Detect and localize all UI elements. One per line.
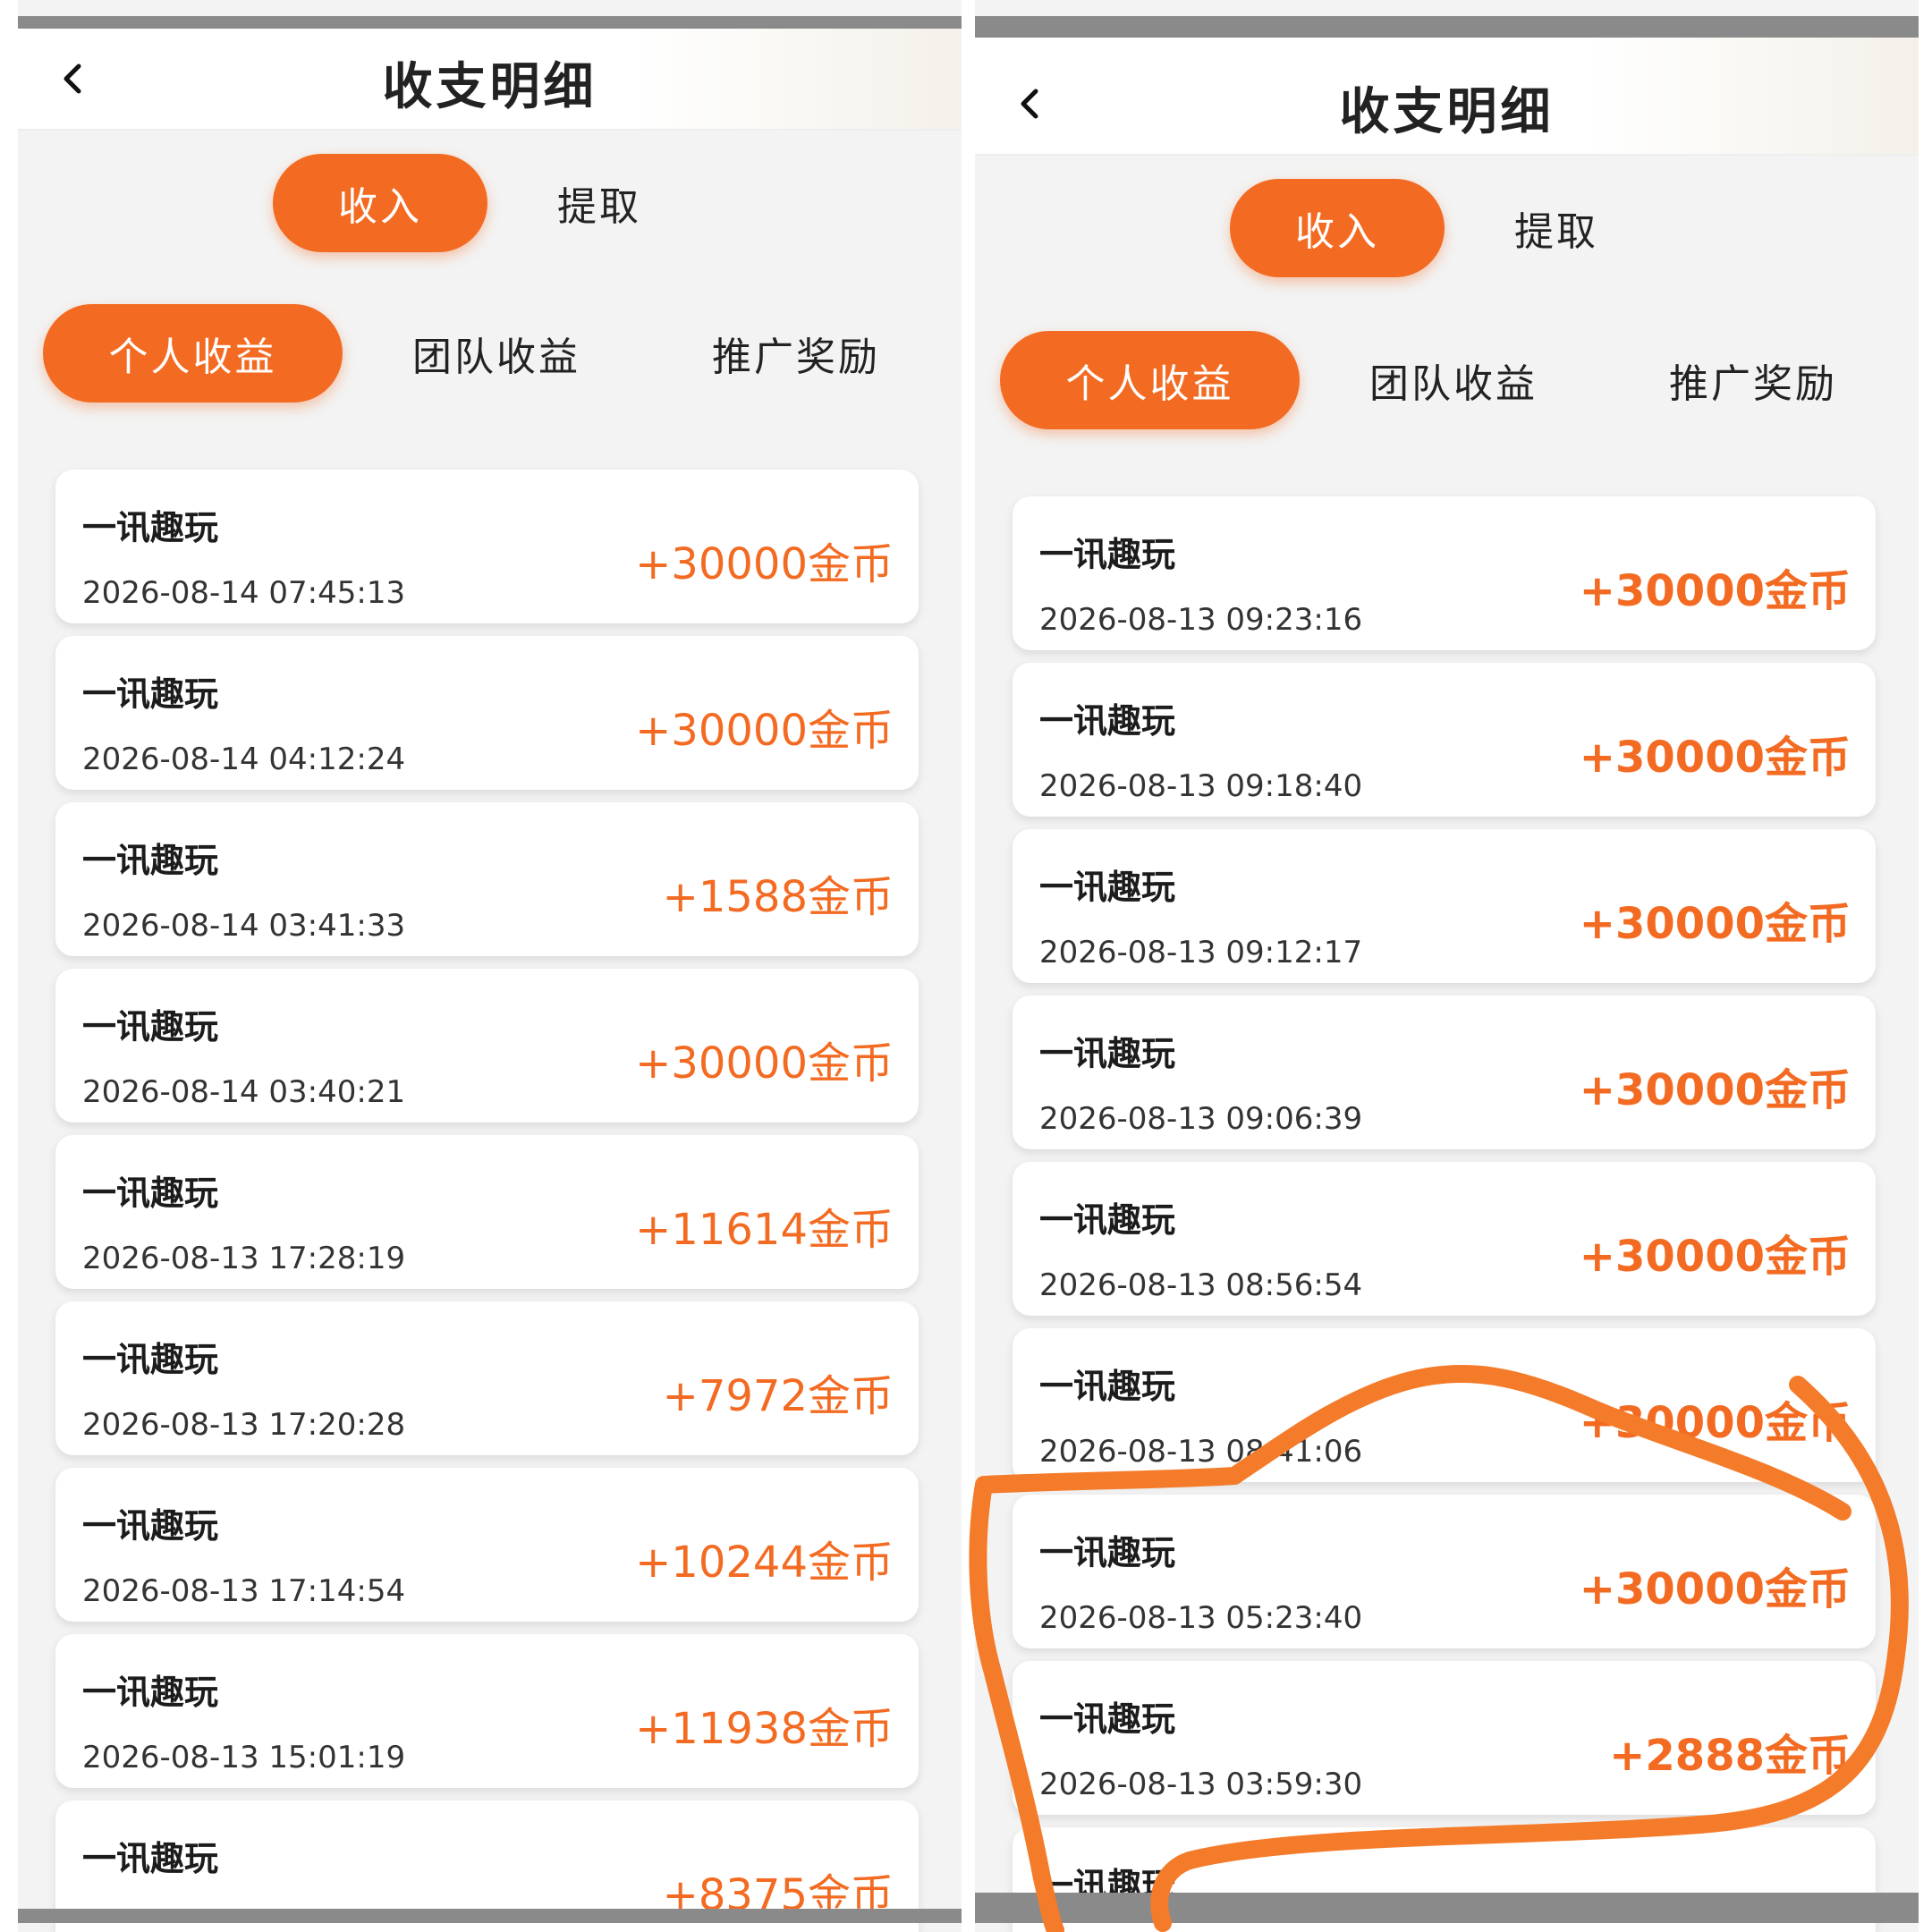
record-amount: +10244金币 [635,1538,894,1588]
record-amount: +30000金币 [1579,1065,1851,1115]
record-amount: +11614金币 [635,1205,894,1255]
record-name: 一讯趣玩 [82,841,219,880]
record-time: 2026-08-13 09:12:17 [1039,935,1363,970]
record-time: 2026-08-13 08:41:06 [1039,1434,1363,1470]
sub-tabs: 个人收益 团队收益 推广奖励 [975,331,1919,431]
list-item[interactable]: 一讯趣玩 2026-08-13 17:20:28 +7972金币 [55,1301,919,1455]
record-amount: +11938金币 [635,1704,894,1754]
record-time: 2026-08-13 09:06:39 [1039,1101,1363,1137]
record-amount: +30000金币 [1579,1232,1851,1282]
record-time: 2026-08-13 15:01:19 [82,1740,406,1775]
record-name: 一讯趣玩 [1039,701,1176,741]
record-name: 一讯趣玩 [1039,1200,1176,1240]
record-name: 一讯趣玩 [82,1174,219,1213]
sub-tabs: 个人收益 团队收益 推广奖励 [18,304,962,404]
record-name: 一讯趣玩 [82,1673,219,1712]
list-item[interactable]: 一讯趣玩 2026-08-14 03:41:33 +1588金币 [55,802,919,956]
record-amount: +30000金币 [1579,733,1851,783]
list-item[interactable]: 一讯趣玩 2026-08-13 05:23:40 +30000金币 [1013,1495,1876,1648]
tab-promotion-rewards[interactable]: 推广奖励 [1632,331,1874,429]
record-amount: +30000金币 [1579,1398,1851,1448]
record-name: 一讯趣玩 [82,1506,219,1546]
record-amount: +30000金币 [1579,1564,1851,1614]
record-amount: +30000金币 [635,1038,894,1089]
list-item[interactable]: 一讯趣玩 2026-08-14 07:45:13 +30000金币 [55,470,919,623]
list-item[interactable]: 一讯趣玩 2026-08-13 08:56:54 +30000金币 [1013,1162,1876,1316]
record-name: 一讯趣玩 [82,508,219,547]
list-item[interactable]: 一讯趣玩 2026-08-13 17:14:54 +10244金币 [55,1468,919,1622]
record-name: 一讯趣玩 [1039,1699,1176,1739]
list-item[interactable]: 一讯趣玩 2026-08-13 09:23:16 +30000金币 [1013,496,1876,650]
record-time: 2026-08-13 09:23:16 [1039,602,1363,638]
record-amount: +2888金币 [1609,1731,1851,1781]
bottom-bar [18,1909,962,1923]
list-item[interactable]: 一讯趣玩 2026-08-13 03:59:30 +2888金币 [1013,1661,1876,1815]
record-name: 一讯趣玩 [1039,1034,1176,1073]
record-time: 2026-08-13 05:23:40 [1039,1600,1363,1636]
record-name: 一讯趣玩 [1039,868,1176,907]
tab-withdraw[interactable]: 提取 [1476,179,1637,277]
record-time: 2026-08-14 07:45:13 [82,575,406,611]
list-item[interactable]: 一讯趣玩 2026-08-13 09:18:40 +30000金币 [1013,663,1876,817]
list-item[interactable]: 一讯趣玩 2026-08-13 15:01:19 +11938金币 [55,1634,919,1788]
status-bar [18,16,962,29]
record-time: 2026-08-13 17:14:54 [82,1573,406,1609]
list-item[interactable]: 一讯趣玩 2026-08-13 09:12:17 +30000金币 [1013,829,1876,983]
tab-personal-earnings[interactable]: 个人收益 [43,304,343,402]
list-item[interactable]: 一讯趣玩 2026-08-14 04:12:24 +30000金币 [55,636,919,790]
record-time: 2026-08-14 03:41:33 [82,908,406,944]
list-item[interactable]: 一讯趣玩 2026-08-14 03:40:21 +30000金币 [55,969,919,1123]
record-time: 2026-08-13 08:56:54 [1039,1267,1363,1303]
tab-income[interactable]: 收入 [273,154,487,252]
record-amount: +7972金币 [662,1371,894,1421]
header: 收支明细 [975,38,1919,156]
tab-income[interactable]: 收入 [1230,179,1445,277]
main-tabs: 收入 提取 [975,179,1919,279]
record-amount: +1588金币 [662,872,894,922]
screenshot-right: 收支明细 收入 提取 个人收益 团队收益 推广奖励 一讯趣玩 2026-08-1… [975,0,1919,1932]
record-name: 一讯趣玩 [82,674,219,714]
header: 收支明细 [18,29,962,131]
record-list: 一讯趣玩 2026-08-14 07:45:13 +30000金币 一讯趣玩 2… [55,470,919,1932]
record-time: 2026-08-13 17:20:28 [82,1407,406,1443]
bottom-bar [975,1893,1919,1923]
tab-withdraw[interactable]: 提取 [519,154,680,252]
record-name: 一讯趣玩 [1039,1533,1176,1572]
record-time: 2026-08-14 04:12:24 [82,741,406,777]
list-item[interactable]: 一讯趣玩 2026-08-13 09:06:39 +30000金币 [1013,996,1876,1149]
record-list: 一讯趣玩 2026-08-13 09:23:16 +30000金币 一讯趣玩 2… [1013,496,1876,1932]
list-item[interactable]: 一讯趣玩 2026-08-13 17:28:19 +11614金币 [55,1135,919,1289]
record-amount: +30000金币 [1579,566,1851,616]
screenshot-left: 收支明细 收入 提取 个人收益 团队收益 推广奖励 一讯趣玩 2026-08-1… [18,0,962,1932]
page-title: 收支明细 [1339,83,1555,141]
tab-personal-earnings[interactable]: 个人收益 [1000,331,1300,429]
record-time: 2026-08-13 09:18:40 [1039,768,1363,804]
record-amount: +30000金币 [1579,899,1851,949]
record-time: 2026-08-13 03:59:30 [1039,1767,1363,1802]
list-item[interactable]: 一讯趣玩 2026-08-13 08:41:06 +30000金币 [1013,1328,1876,1482]
record-time: 2026-08-14 03:40:21 [82,1074,406,1110]
record-name: 一讯趣玩 [82,1007,219,1046]
record-time: 2026-08-13 17:28:19 [82,1241,406,1276]
status-bar [975,16,1919,38]
main-tabs: 收入 提取 [18,154,962,254]
tab-team-earnings[interactable]: 团队收益 [376,304,617,402]
record-name: 一讯趣玩 [1039,535,1176,574]
record-amount: +30000金币 [635,706,894,756]
record-name: 一讯趣玩 [82,1340,219,1379]
record-amount: +30000金币 [635,539,894,589]
tab-team-earnings[interactable]: 团队收益 [1333,331,1574,429]
page-title: 收支明细 [382,58,597,116]
tab-promotion-rewards[interactable]: 推广奖励 [675,304,917,402]
record-name: 一讯趣玩 [1039,1367,1176,1406]
record-name: 一讯趣玩 [82,1839,219,1878]
